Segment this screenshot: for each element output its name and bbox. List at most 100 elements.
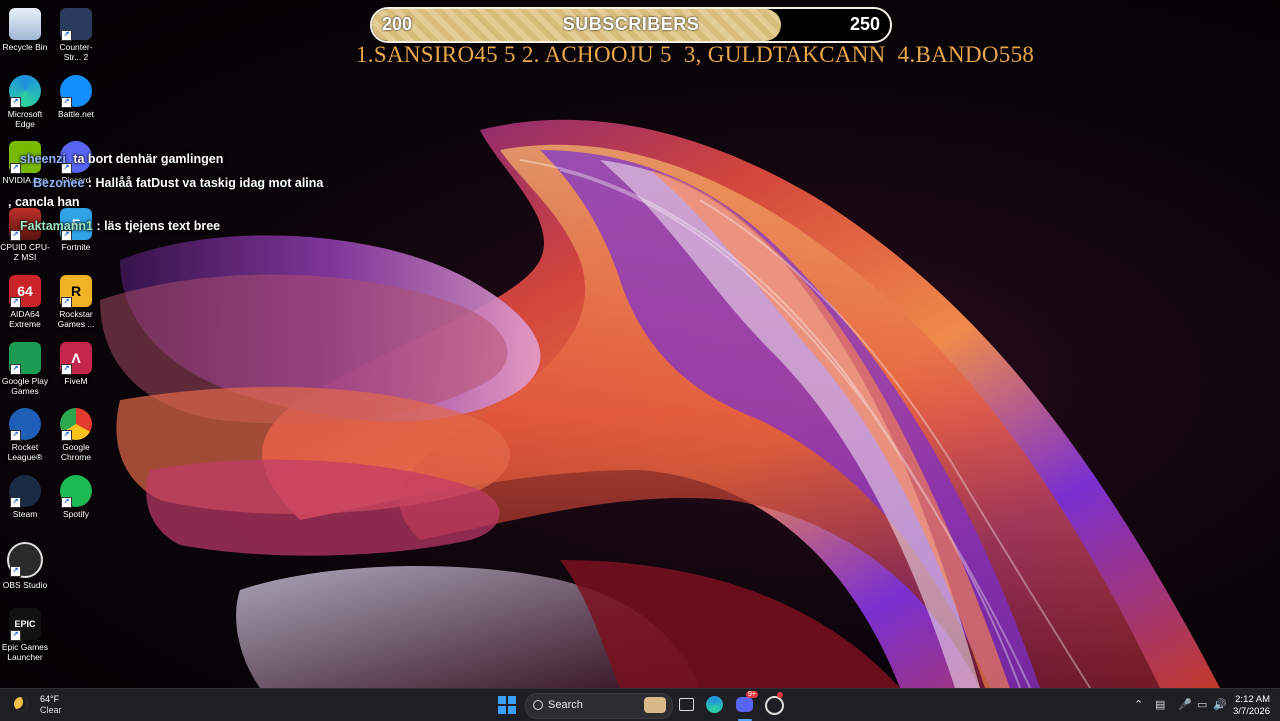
chat-text: ta bort denhär gamlingen xyxy=(73,152,224,166)
desktop-shortcut-label: OBS Studio xyxy=(2,579,48,590)
edge-icon xyxy=(706,696,723,713)
desktop-shortcut-label: Spotify xyxy=(63,508,89,519)
subscriber-goal-widget: 200 SUBSCRIBERS 250 xyxy=(370,7,892,43)
goal-title: SUBSCRIBERS xyxy=(562,14,700,34)
app-icon xyxy=(765,696,784,715)
shortcut-arrow-icon: ↗ xyxy=(10,565,21,577)
shortcut-arrow-icon: ↗ xyxy=(10,630,21,642)
leaderboard-text: 1.SANSIRO45 5 2. ACHOOJU 5 3, GULDTAKCAN… xyxy=(356,42,1035,67)
desktop-shortcut[interactable]: ↗ NVIDIA App xyxy=(0,137,50,199)
shortcut-arrow-icon: ↗ xyxy=(10,430,21,442)
weather-widget[interactable]: 64°F Clear xyxy=(6,689,66,721)
desktop-shortcut-label: FiveM xyxy=(64,375,88,386)
desktop-shortcut[interactable]: 64 ↗ AIDA64 Extreme xyxy=(0,271,50,333)
display-icon[interactable]: ▭ xyxy=(1197,698,1207,711)
rocket-league-icon: ↗ xyxy=(9,408,41,442)
desktop-shortcut[interactable]: ↗ Discord xyxy=(51,137,101,199)
desktop-shortcut-label: Microsoft Edge xyxy=(7,108,43,129)
network-icon[interactable]: ▤ xyxy=(1155,698,1165,711)
task-view-button[interactable] xyxy=(679,694,695,716)
chevron-up-icon[interactable]: ⌃ xyxy=(1134,698,1143,711)
aida64-icon: 64 ↗ xyxy=(9,274,41,308)
start-button[interactable] xyxy=(498,694,516,716)
chat-username: Bezonee xyxy=(33,176,85,190)
edge-icon: ↗ xyxy=(9,74,41,108)
taskbar-discord-button[interactable]: 9+ xyxy=(736,691,758,721)
taskbar-app-button[interactable] xyxy=(765,692,784,716)
taskbar: 64°F Clear Search 9+ ⌃ ▤ 🎤 ▭ 🔊 2:12 AM 3… xyxy=(0,688,1280,721)
rockstar-icon: R ↗ xyxy=(60,274,92,308)
microphone-icon[interactable]: 🎤 xyxy=(1178,698,1192,711)
desktop-shortcut[interactable]: ↗ Steam xyxy=(0,471,50,533)
spotify-icon: ↗ xyxy=(60,474,92,508)
desktop-shortcut-label: Google Chrome xyxy=(60,442,92,463)
desktop-shortcut[interactable]: Recycle Bin xyxy=(0,4,50,66)
desktop-shortcut-label: Google Play Games xyxy=(1,375,49,396)
chat-text: , cancla han xyxy=(8,195,80,209)
desktop-shortcut-label: Rockstar Games ... xyxy=(57,308,95,329)
wallpaper-swirl xyxy=(100,119,1220,688)
shortcut-arrow-icon: ↗ xyxy=(61,430,72,442)
desktop-shortcut[interactable]: ↗ Counter-Str... 2 xyxy=(51,4,101,66)
desktop-shortcut[interactable]: ↗ Rocket League® xyxy=(0,404,50,466)
desktop-shortcut[interactable]: R ↗ Rockstar Games ... xyxy=(51,271,101,333)
desktop-shortcut-label: Fortnite xyxy=(61,242,91,253)
desktop-shortcut[interactable]: ↗ CPUID CPU-Z MSI xyxy=(0,204,50,266)
discord-icon xyxy=(736,697,753,712)
steam-icon: ↗ xyxy=(9,474,41,508)
desktop: Recycle Bin ↗ Microsoft Edge ↗ NVIDIA App ↗ CP… xyxy=(0,0,1280,688)
shortcut-arrow-icon: ↗ xyxy=(10,363,21,375)
desktop-shortcut[interactable]: ↗ Google Chrome xyxy=(51,404,101,466)
search-icon xyxy=(533,700,543,710)
recycle-bin-icon xyxy=(9,8,41,40)
shortcut-arrow-icon: ↗ xyxy=(61,496,72,508)
desktop-shortcut-label: Rocket League® xyxy=(7,442,43,463)
goal-target-value: 250 xyxy=(849,14,880,34)
shortcut-arrow-icon: ↗ xyxy=(61,363,72,375)
epic-games-icon: EPIC ↗ xyxy=(9,608,41,642)
taskbar-search-box[interactable]: Search xyxy=(525,693,673,719)
clock-time[interactable]: 2:12 AM xyxy=(1235,694,1270,705)
desktop-shortcut[interactable]: Λ ↗ FiveM xyxy=(51,338,101,400)
search-highlight-icon xyxy=(644,697,666,713)
desktop-shortcut[interactable]: ↗ OBS Studio xyxy=(0,538,50,600)
desktop-shortcut-label: AIDA64 Extreme xyxy=(9,308,41,329)
shortcut-arrow-icon: ↗ xyxy=(61,96,72,108)
chat-message: Bezonee : Hallåå fatDust va taskig idag … xyxy=(33,176,323,190)
desktop-shortcut-label: Recycle Bin xyxy=(2,42,48,52)
obs-icon: ↗ xyxy=(7,541,43,578)
desktop-shortcut[interactable]: F ↗ Fortnite xyxy=(51,204,101,266)
desktop-shortcut-label: CPUID CPU-Z MSI xyxy=(0,242,50,263)
clock-date[interactable]: 3/7/2026 xyxy=(1233,706,1270,717)
shortcut-arrow-icon: ↗ xyxy=(10,96,21,108)
battlenet-icon: ↗ xyxy=(60,74,92,108)
desktop-shortcut[interactable]: ↗ Microsoft Edge xyxy=(0,71,50,133)
volume-icon[interactable]: 🔊 xyxy=(1213,698,1227,711)
task-view-icon xyxy=(679,698,694,711)
taskbar-edge-button[interactable] xyxy=(706,694,724,716)
counter-strike-icon: ↗ xyxy=(60,8,92,41)
chat-message: Faktamann1 : läs tjejens text bree xyxy=(20,219,220,233)
shortcut-arrow-icon: ↗ xyxy=(10,296,21,308)
desktop-shortcut[interactable]: ↗ Battle.net xyxy=(51,71,101,133)
desktop-shortcut[interactable]: ↗ Google Play Games xyxy=(0,338,50,400)
chat-message: sheenzi ta bort denhär gamlingen xyxy=(20,152,223,166)
desktop-shortcut-label: Steam xyxy=(12,508,38,519)
search-label: Search xyxy=(548,699,583,711)
desktop-shortcut-label: Counter-Str... 2 xyxy=(59,42,93,62)
chat-text: : Hallåå fatDust va taskig idag mot alin… xyxy=(87,176,324,190)
moon-icon xyxy=(14,697,28,711)
desktop-shortcut[interactable]: ↗ Spotify xyxy=(51,471,101,533)
shortcut-arrow-icon: ↗ xyxy=(10,496,21,508)
weather-temperature: 64°F xyxy=(40,694,60,704)
google-play-games-icon: ↗ xyxy=(9,341,41,375)
chrome-icon: ↗ xyxy=(60,408,92,442)
chat-text: : läs tjejens text bree xyxy=(96,219,221,233)
fivem-icon: Λ ↗ xyxy=(60,341,92,375)
notification-badge: 9+ xyxy=(746,691,758,698)
notification-dot xyxy=(777,692,783,698)
shortcut-arrow-icon: ↗ xyxy=(61,30,72,41)
desktop-shortcut[interactable]: EPIC ↗ Epic Games Launcher xyxy=(0,604,50,666)
desktop-shortcut-label: Battle.net xyxy=(58,108,94,119)
chat-username: sheenzi xyxy=(20,152,66,166)
